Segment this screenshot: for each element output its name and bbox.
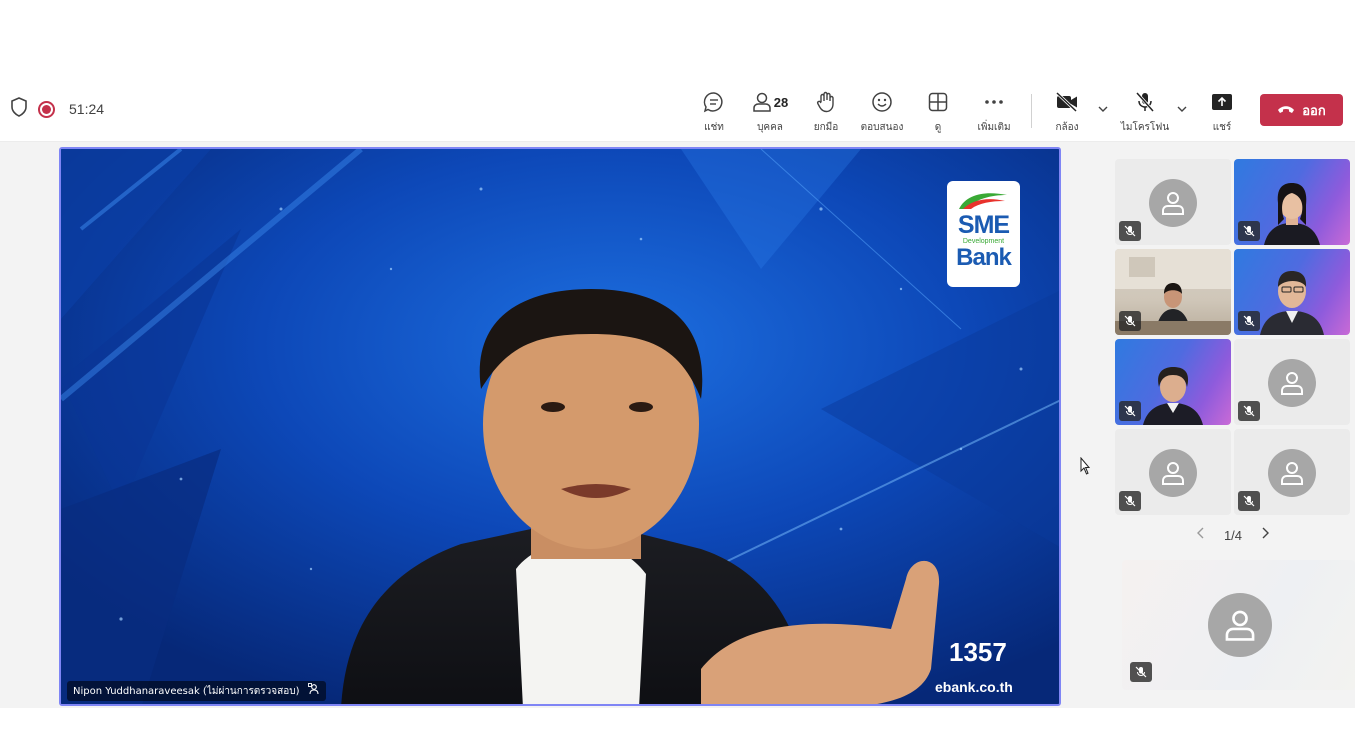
raise-hand-label: ยกมือ xyxy=(813,122,839,133)
camera-button[interactable]: กล้อง xyxy=(1050,90,1084,136)
more-label: เพิ่มเติม xyxy=(977,122,1011,133)
page-indicator: 1/4 xyxy=(1223,527,1243,543)
view-button[interactable]: ดู xyxy=(924,90,952,136)
participant-tile[interactable] xyxy=(1115,339,1231,425)
mic-muted-icon xyxy=(1130,662,1152,682)
logo-swoosh-icon xyxy=(959,193,1007,209)
chat-icon xyxy=(703,90,725,114)
person-icon xyxy=(1162,462,1184,485)
participant-tile[interactable] xyxy=(1115,429,1231,515)
mic-muted-icon xyxy=(1238,491,1260,511)
mic-muted-icon xyxy=(1238,401,1260,421)
participant-tile[interactable] xyxy=(1234,339,1350,425)
next-page-chevron-icon[interactable] xyxy=(1260,526,1270,544)
mouse-cursor-icon xyxy=(1080,456,1091,480)
react-button[interactable]: ตอบสนอง xyxy=(856,90,908,136)
sme-bank-logo: SME Development Bank xyxy=(947,181,1020,287)
logo-bank-text: Bank xyxy=(956,244,1012,271)
people-icon xyxy=(753,92,771,112)
mic-button[interactable]: ไมโครโฟน xyxy=(1120,90,1170,136)
mic-muted-icon xyxy=(1119,311,1141,331)
logo-sme-text: SME xyxy=(957,211,1010,239)
leave-label: ออก xyxy=(1302,103,1326,119)
mic-options-chevron-icon[interactable] xyxy=(1176,102,1188,114)
share-label: แชร์ xyxy=(1212,122,1232,133)
avatar xyxy=(1208,593,1272,657)
participant-tile[interactable] xyxy=(1234,249,1350,335)
people-count: 28 xyxy=(773,94,789,110)
avatar xyxy=(1149,179,1197,227)
speaker-name: Nipon Yuddhanaraveesak (ไม่ผ่านการตรวจสอ… xyxy=(73,685,300,697)
camera-options-chevron-icon[interactable] xyxy=(1097,102,1109,114)
share-button[interactable]: แชร์ xyxy=(1208,90,1236,136)
call-timer: 51:24 xyxy=(69,101,105,117)
avatar xyxy=(1268,359,1316,407)
self-view-tile[interactable] xyxy=(1122,560,1355,690)
previous-page-chevron-icon[interactable] xyxy=(1196,526,1206,544)
person-icon xyxy=(1281,462,1303,485)
mic-muted-icon xyxy=(1238,221,1260,241)
chat-button[interactable]: แช่ท xyxy=(697,90,731,136)
mic-off-icon xyxy=(1135,90,1155,114)
leave-button[interactable]: ออก xyxy=(1260,94,1343,126)
speaker-name-tag: Nipon Yuddhanaraveesak (ไม่ผ่านการตรวจสอ… xyxy=(67,681,326,701)
participant-tile[interactable] xyxy=(1234,429,1350,515)
person-icon xyxy=(1225,610,1255,641)
mic-muted-icon xyxy=(1119,491,1141,511)
view-label: ดู xyxy=(934,122,942,133)
raise-hand-button[interactable]: ยกมือ xyxy=(810,90,842,136)
people-button[interactable]: 28 บุคคล xyxy=(748,90,792,136)
phone-hangup-icon xyxy=(1277,101,1295,119)
toolbar-divider xyxy=(1031,94,1032,128)
grid-icon xyxy=(928,90,948,114)
people-label: บุคคล xyxy=(757,122,783,133)
active-speaker-video[interactable]: SME Development Bank 1357 ebank.co.th Ni… xyxy=(59,147,1061,706)
smiley-icon xyxy=(871,90,893,114)
react-label: ตอบสนอง xyxy=(860,122,904,133)
participant-tile[interactable] xyxy=(1115,159,1231,245)
avatar xyxy=(1149,449,1197,497)
call-status: 51:24 xyxy=(10,96,105,122)
mic-label: ไมโครโฟน xyxy=(1120,122,1170,133)
people-icon-group: 28 xyxy=(752,90,788,114)
more-icon xyxy=(984,90,1004,114)
participant-tile[interactable] xyxy=(1234,159,1350,245)
more-button[interactable]: เพิ่มเติม xyxy=(972,90,1016,136)
gallery-pager: 1/4 xyxy=(1196,524,1270,546)
video-background xyxy=(61,149,1059,704)
camera-off-icon xyxy=(1055,90,1079,114)
website-text: ebank.co.th xyxy=(935,679,1013,695)
mic-muted-icon xyxy=(1238,311,1260,331)
person-icon xyxy=(1281,372,1303,395)
chat-label: แช่ท xyxy=(704,122,724,133)
meeting-toolbar: 51:24 แช่ท 28 บุคคล ยกมือ ตอบสนอง ดู เพิ… xyxy=(0,82,1355,140)
avatar xyxy=(1268,449,1316,497)
mic-muted-icon xyxy=(1119,401,1141,421)
hand-icon xyxy=(816,90,836,114)
person-icon xyxy=(1162,192,1184,215)
guest-user-icon xyxy=(307,682,320,700)
share-icon xyxy=(1211,90,1233,114)
mic-muted-icon xyxy=(1119,221,1141,241)
recording-icon xyxy=(38,100,55,118)
hotline-number: 1357 xyxy=(949,637,1007,667)
shield-icon xyxy=(10,96,28,122)
participant-tile[interactable] xyxy=(1115,249,1231,335)
camera-label: กล้อง xyxy=(1055,122,1079,133)
